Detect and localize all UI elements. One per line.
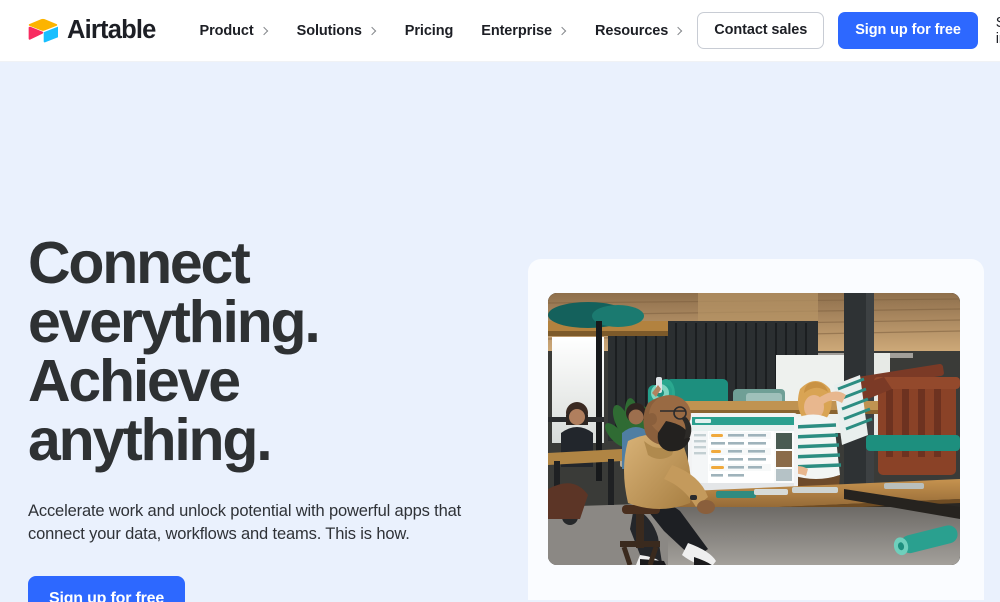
hero-photo: [548, 293, 960, 565]
header-actions: Contact sales Sign up for free Sign in: [697, 9, 1000, 53]
headline-line-3: Achieve: [28, 348, 241, 414]
headline-line-2: everything.: [28, 289, 321, 355]
header-signup-button[interactable]: Sign up for free: [838, 12, 978, 49]
hero-copy: Connect everything. Achieve anything. Ac…: [28, 62, 528, 602]
nav-label: Resources: [594, 22, 669, 39]
nav-label: Enterprise: [481, 22, 552, 39]
nav-label: Solutions: [296, 22, 362, 39]
chevron-right-icon: [674, 26, 683, 35]
page-title: Connect everything. Achieve anything.: [28, 234, 458, 470]
chevron-right-icon: [260, 26, 269, 35]
site-header: Airtable Product Solutions Pricing Enter…: [0, 0, 1000, 62]
headline-line-1: Connect: [28, 230, 251, 296]
hero-signup-button[interactable]: Sign up for free: [28, 575, 186, 602]
contact-sales-button[interactable]: Contact sales: [697, 12, 825, 49]
nav-item-product[interactable]: Product: [186, 15, 283, 47]
airtable-wordmark: Airtable: [67, 15, 156, 44]
nav-label: Pricing: [404, 22, 454, 39]
nav-item-solutions[interactable]: Solutions: [283, 15, 391, 47]
headline-line-4: anything.: [28, 407, 273, 473]
hero-subheading: Accelerate work and unlock potential wit…: [28, 502, 462, 544]
hero-section: Connect everything. Achieve anything. Ac…: [0, 62, 1000, 602]
airtable-logo-link[interactable]: Airtable: [28, 15, 156, 44]
chevron-right-icon: [368, 26, 377, 35]
hero-media-column: [528, 62, 984, 602]
sign-in-link[interactable]: Sign in: [992, 9, 1000, 53]
nav-item-pricing[interactable]: Pricing: [391, 15, 467, 47]
airtable-logo-icon: [28, 18, 59, 43]
primary-navigation: Product Solutions Pricing Enterprise Res…: [186, 15, 698, 47]
hero-media-card: [528, 259, 984, 600]
nav-item-enterprise[interactable]: Enterprise: [467, 15, 581, 47]
nav-label: Product: [199, 22, 254, 39]
chevron-right-icon: [558, 26, 567, 35]
nav-item-resources[interactable]: Resources: [581, 15, 697, 47]
